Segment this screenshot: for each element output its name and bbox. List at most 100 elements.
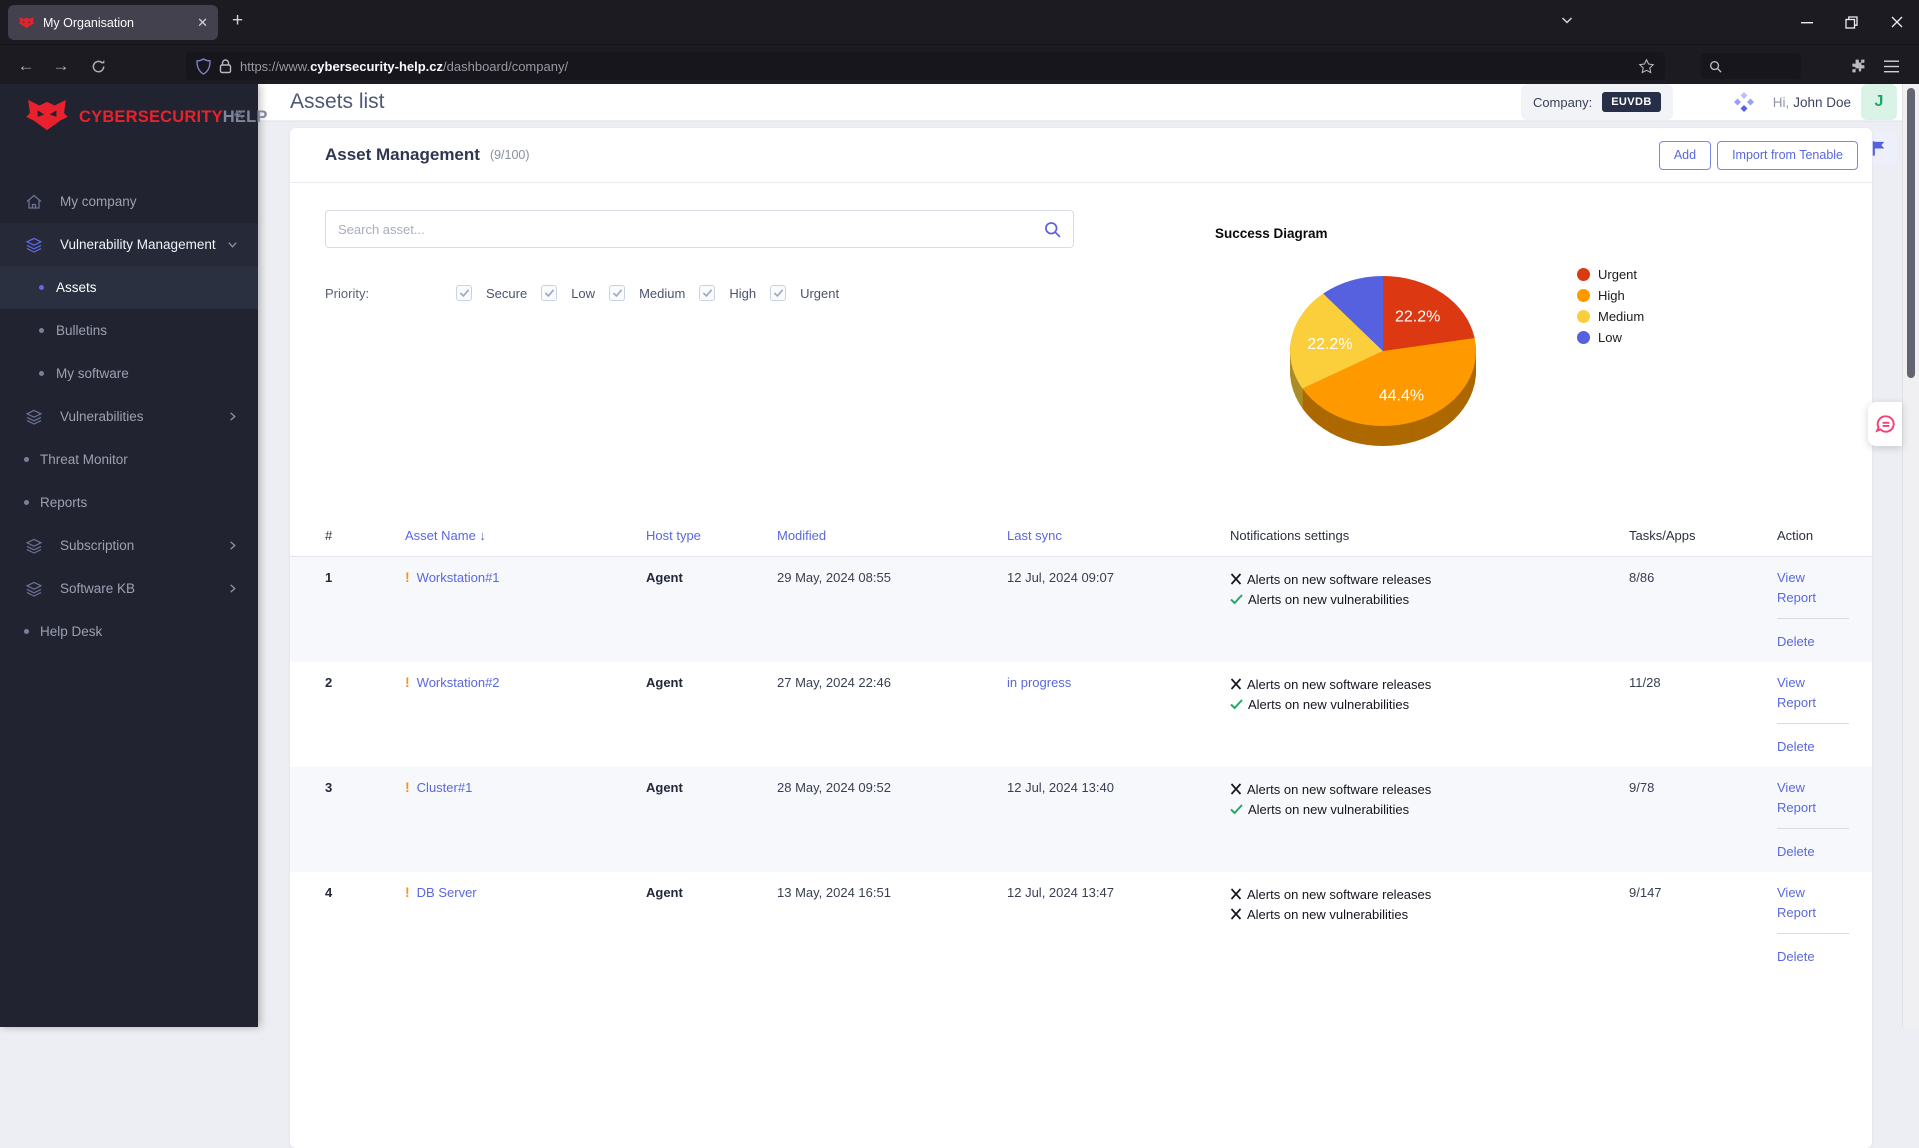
company-label: Company: bbox=[1533, 95, 1592, 110]
import-from-tenable-button[interactable]: Import from Tenable bbox=[1717, 141, 1858, 170]
asset-name-link[interactable]: Cluster#1 bbox=[417, 780, 473, 795]
alert-text: Alerts on new software releases bbox=[1247, 676, 1431, 693]
report-link[interactable]: Report bbox=[1777, 589, 1858, 606]
sidebar-item-subscription[interactable]: Subscription bbox=[0, 524, 258, 567]
browser-search-field[interactable] bbox=[1701, 53, 1801, 79]
asset-search-input[interactable] bbox=[338, 222, 1044, 237]
priority-checkbox-high[interactable] bbox=[699, 285, 715, 301]
asset-count: (9/100) bbox=[490, 148, 530, 162]
page-scrollbar[interactable] bbox=[1902, 84, 1919, 1027]
column-header-host-type[interactable]: Host type bbox=[646, 528, 777, 543]
legend-label: Urgent bbox=[1598, 267, 1637, 282]
tab-title: My Organisation bbox=[43, 16, 189, 30]
table-header: #Asset Name ↓Host typeModifiedLast syncN… bbox=[290, 515, 1872, 557]
priority-checkbox-secure[interactable] bbox=[456, 285, 472, 301]
column-header-notifications-settings: Notifications settings bbox=[1230, 528, 1629, 543]
sidebar-item-label: Help Desk bbox=[40, 624, 102, 639]
browser-tab[interactable]: My Organisation ✕ bbox=[8, 5, 218, 40]
url-text[interactable]: https://www.cybersecurity-help.cz/dashbo… bbox=[240, 59, 1630, 74]
menu-hamburger-icon[interactable] bbox=[1878, 53, 1904, 79]
alert-text: Alerts on new vulnerabilities bbox=[1248, 801, 1409, 818]
user-greeting: Hi,John Doe bbox=[1773, 95, 1851, 110]
reload-button[interactable] bbox=[85, 53, 111, 79]
tab-close-icon[interactable]: ✕ bbox=[197, 16, 208, 29]
sidebar-item-bulletins[interactable]: Bulletins bbox=[0, 309, 258, 352]
sidebar-item-reports[interactable]: Reports bbox=[0, 481, 258, 524]
legend-swatch bbox=[1577, 331, 1590, 344]
priority-exclamation-icon: ! bbox=[405, 779, 410, 795]
sidebar-item-assets[interactable]: Assets bbox=[0, 266, 258, 309]
column-header-action: Action bbox=[1777, 528, 1858, 543]
content-area: Asset Management (9/100) Add Import from… bbox=[258, 122, 1919, 1148]
legend-item-low: Low bbox=[1577, 327, 1644, 348]
view-link[interactable]: View bbox=[1777, 674, 1858, 691]
priority-option-label: Medium bbox=[639, 286, 685, 301]
sidebar-item-help-desk[interactable]: Help Desk bbox=[0, 610, 258, 653]
forward-button[interactable]: → bbox=[48, 53, 74, 79]
alert-line: Alerts on new vulnerabilities bbox=[1230, 904, 1629, 924]
scrollbar-thumb[interactable] bbox=[1907, 88, 1915, 378]
browser-chrome: My Organisation ✕ + ← → https://www.cybe… bbox=[0, 0, 1919, 84]
app-logo[interactable]: CYBERSECURITYHELP bbox=[0, 84, 258, 150]
search-icon bbox=[1709, 60, 1722, 73]
window-restore-button[interactable] bbox=[1829, 0, 1874, 44]
home-icon bbox=[24, 192, 46, 212]
assets-table: #Asset Name ↓Host typeModifiedLast syncN… bbox=[290, 515, 1872, 977]
column-header-modified[interactable]: Modified bbox=[777, 528, 1007, 543]
bookmark-star-icon[interactable] bbox=[1638, 58, 1655, 75]
priority-checkbox-low[interactable] bbox=[541, 285, 557, 301]
sidebar-collapse-icon[interactable]: « bbox=[233, 104, 244, 126]
alert-text: Alerts on new software releases bbox=[1247, 571, 1431, 588]
avatar[interactable]: J bbox=[1861, 84, 1897, 120]
view-link[interactable]: View bbox=[1777, 569, 1858, 586]
report-link[interactable]: Report bbox=[1777, 694, 1858, 711]
lock-icon[interactable] bbox=[219, 58, 232, 74]
tracking-shield-icon[interactable] bbox=[196, 58, 211, 75]
priority-option-urgent: Urgent bbox=[770, 285, 839, 301]
asset-name-link[interactable]: Workstation#2 bbox=[417, 675, 500, 690]
table-row: 1!Workstation#1Agent29 May, 2024 08:5512… bbox=[290, 557, 1872, 662]
new-tab-button[interactable]: + bbox=[232, 10, 243, 32]
delete-link[interactable]: Delete bbox=[1777, 633, 1858, 650]
add-button[interactable]: Add bbox=[1659, 141, 1711, 170]
asset-search[interactable] bbox=[325, 210, 1074, 248]
asset-name-link[interactable]: DB Server bbox=[417, 885, 477, 900]
priority-checkbox-urgent[interactable] bbox=[770, 285, 786, 301]
asset-name-link[interactable]: Workstation#1 bbox=[417, 570, 500, 585]
search-icon[interactable] bbox=[1044, 221, 1061, 238]
sidebar-item-vulnerability-management[interactable]: Vulnerability Management bbox=[0, 223, 258, 266]
delete-link[interactable]: Delete bbox=[1777, 843, 1858, 860]
sidebar-item-label: Subscription bbox=[60, 538, 134, 553]
apps-diamond-icon[interactable] bbox=[1733, 91, 1755, 113]
sidebar-item-label: Vulnerability Management bbox=[60, 237, 216, 252]
tasks-apps: 9/147 bbox=[1629, 872, 1777, 901]
tab-list-chevron-icon[interactable] bbox=[1560, 13, 1574, 27]
table-row: 3!Cluster#1Agent28 May, 2024 09:5212 Jul… bbox=[290, 767, 1872, 872]
report-link[interactable]: Report bbox=[1777, 799, 1858, 816]
window-close-button[interactable] bbox=[1874, 0, 1919, 44]
sidebar-item-threat-monitor[interactable]: Threat Monitor bbox=[0, 438, 258, 481]
url-bar[interactable]: https://www.cybersecurity-help.cz/dashbo… bbox=[186, 52, 1665, 80]
view-link[interactable]: View bbox=[1777, 884, 1858, 901]
column-header-asset-name[interactable]: Asset Name ↓ bbox=[405, 528, 646, 543]
back-button[interactable]: ← bbox=[13, 53, 39, 79]
bullet-icon bbox=[39, 328, 44, 333]
sidebar-item-label: Bulletins bbox=[56, 323, 107, 338]
extensions-icon[interactable] bbox=[1845, 53, 1871, 79]
column-header-last-sync[interactable]: Last sync bbox=[1007, 528, 1230, 543]
sidebar-item-software-kb[interactable]: Software KB bbox=[0, 567, 258, 610]
row-number: 2 bbox=[325, 662, 405, 691]
delete-link[interactable]: Delete bbox=[1777, 738, 1858, 755]
chat-widget-button[interactable] bbox=[1868, 402, 1902, 446]
priority-checkbox-medium[interactable] bbox=[609, 285, 625, 301]
last-sync[interactable]: in progress bbox=[1007, 662, 1230, 691]
delete-link[interactable]: Delete bbox=[1777, 948, 1858, 965]
site-favicon bbox=[18, 16, 35, 29]
view-link[interactable]: View bbox=[1777, 779, 1858, 796]
alert-text: Alerts on new software releases bbox=[1247, 886, 1431, 903]
report-link[interactable]: Report bbox=[1777, 904, 1858, 921]
sidebar-item-my-software[interactable]: My software bbox=[0, 352, 258, 395]
sidebar-item-vulnerabilities[interactable]: Vulnerabilities bbox=[0, 395, 258, 438]
sidebar-item-my-company[interactable]: My company bbox=[0, 180, 258, 223]
window-minimize-button[interactable] bbox=[1784, 0, 1829, 44]
